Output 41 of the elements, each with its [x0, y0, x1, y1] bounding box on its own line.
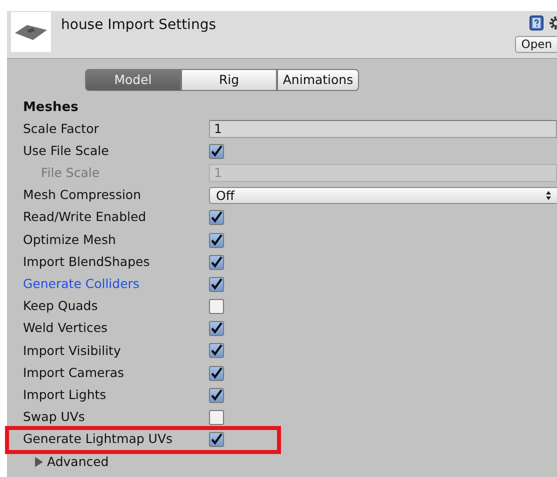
field-label: Scale Factor	[23, 120, 100, 138]
checkbox[interactable]	[209, 321, 224, 336]
dropdown[interactable]: Off	[209, 187, 557, 204]
field-label: Weld Vertices	[23, 319, 109, 338]
open-button[interactable]: Open	[515, 36, 557, 53]
field-label: Generate Colliders	[23, 275, 140, 294]
checkbox[interactable]	[209, 410, 224, 426]
tab[interactable]: Model	[85, 69, 181, 91]
number-field[interactable]: 1	[209, 120, 557, 138]
checkbox[interactable]	[209, 144, 224, 159]
section-heading: Meshes	[23, 99, 80, 117]
advanced-foldout[interactable]: Advanced	[47, 452, 109, 472]
field-label: Swap UVs	[23, 408, 86, 426]
field-label: Import BlendShapes	[23, 252, 151, 271]
field-label: Use File Scale	[23, 142, 110, 160]
checkbox[interactable]	[209, 299, 224, 314]
field-label: File Scale	[41, 164, 101, 182]
field-label: Keep Quads	[23, 297, 99, 316]
checkbox[interactable]	[209, 210, 224, 226]
help-icon[interactable]	[529, 15, 544, 31]
settings-icon[interactable]	[548, 15, 557, 31]
field-label: Generate Lightmap UVs	[23, 430, 174, 448]
checkbox[interactable]	[209, 432, 224, 448]
checkbox[interactable]	[209, 343, 224, 358]
number-field: 1	[209, 164, 557, 182]
field-label: Read/Write Enabled	[23, 208, 148, 226]
field-label: Import Lights	[23, 386, 108, 404]
field-label: Mesh Compression	[23, 186, 142, 204]
field-label: Import Visibility	[23, 342, 122, 360]
stepper-icon	[546, 191, 551, 200]
window-title: house Import Settings	[61, 16, 216, 35]
checkbox[interactable]	[209, 254, 224, 270]
checkbox[interactable]	[209, 232, 224, 248]
checkbox[interactable]	[209, 366, 224, 381]
tab[interactable]: Rig	[181, 69, 277, 91]
expand-icon[interactable]	[34, 457, 43, 468]
checkbox[interactable]	[209, 388, 224, 403]
field-label: Import Cameras	[23, 364, 126, 382]
field-label: Optimize Mesh	[23, 230, 117, 249]
tab[interactable]: Animations	[277, 69, 359, 91]
checkbox[interactable]	[209, 276, 224, 292]
